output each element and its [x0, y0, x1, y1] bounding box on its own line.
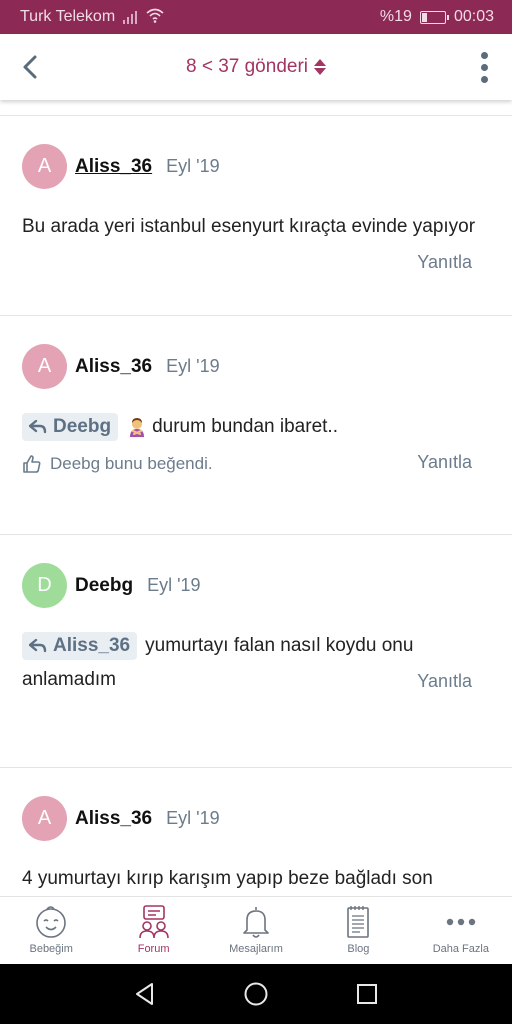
system-home-icon[interactable]: [243, 981, 269, 1007]
post-pager[interactable]: 8 < 37 gönderi: [186, 56, 326, 78]
sort-arrows-icon: [314, 59, 326, 75]
quote-username: Aliss_36: [53, 634, 131, 656]
chevron-left-icon: [23, 55, 37, 79]
forum-people-icon: [134, 903, 174, 941]
author-name[interactable]: Aliss_36: [75, 356, 152, 378]
avatar-letter: A: [37, 807, 52, 829]
nav-label: Mesajlarım: [229, 943, 283, 955]
system-back-icon[interactable]: [132, 981, 158, 1007]
post-header: A Aliss_36 Eyl '19: [22, 144, 220, 189]
more-vertical-icon: [480, 51, 488, 59]
post-date: Eyl '19: [166, 156, 220, 176]
bell-icon: [236, 903, 276, 941]
post: D Deebg Eyl '19 Aliss_36 yumurtayı falan…: [0, 534, 512, 767]
baby-face-icon: [31, 903, 71, 941]
avatar[interactable]: A: [22, 344, 67, 389]
post-header: A Aliss_36 Eyl '19: [22, 796, 220, 841]
pager-text: 8 < 37 gönderi: [185, 56, 308, 77]
nav-item-blog[interactable]: Blog: [307, 897, 409, 964]
battery-icon: [419, 10, 449, 24]
like-text: Deebg bunu beğendi.: [50, 454, 213, 473]
quote-reference[interactable]: Deebg: [22, 412, 119, 441]
nav-item-mesajlarim[interactable]: Mesajlarım: [205, 897, 307, 964]
reply-button[interactable]: Yanıtla: [417, 671, 472, 692]
avatar[interactable]: A: [22, 796, 67, 841]
nav-label: Bebeğim: [29, 943, 73, 955]
author-name[interactable]: Aliss_36: [75, 808, 152, 830]
more-options-button[interactable]: [472, 51, 496, 83]
post: A Aliss_36 Eyl '19 4 yumurtayı kırıp kar…: [0, 767, 512, 896]
author-name[interactable]: Deebg: [75, 575, 133, 597]
avatar[interactable]: A: [22, 144, 67, 189]
post-text: durum bundan ibaret..: [152, 416, 338, 437]
system-recents-icon[interactable]: [354, 981, 380, 1007]
post-header: D Deebg Eyl '19: [22, 563, 201, 608]
like-info[interactable]: Deebg bunu beğendi.: [22, 454, 213, 474]
author-name[interactable]: Aliss_36: [75, 156, 152, 178]
notepad-icon: [338, 903, 378, 941]
quote-username: Deebg: [53, 415, 112, 437]
post-header: A Aliss_36 Eyl '19: [22, 344, 220, 389]
clock: 00:03: [453, 8, 494, 25]
bottom-navigation: Bebeğim Forum Mesajlarım Blog Daha Fazla: [0, 896, 512, 964]
post-date: Eyl '19: [147, 575, 201, 595]
nav-label: Daha Fazla: [432, 943, 489, 955]
nav-label: Forum: [137, 943, 170, 955]
post-list[interactable]: A Aliss_36 Eyl '19 Bu arada yeri istanbu…: [0, 100, 512, 896]
wifi-icon: [145, 7, 165, 28]
post-content: Aliss_36 yumurtayı falan nasıl koydu onu…: [22, 629, 452, 697]
carrier-name: Turk Telekom: [20, 8, 116, 25]
post-date: Eyl '19: [166, 356, 220, 376]
avatar-letter: A: [37, 155, 52, 177]
back-button[interactable]: [14, 51, 46, 83]
post-text: 4 yumurtayı kırıp karışım yapıp beze bağ…: [22, 868, 433, 889]
person-gesturing-emoji-icon: [126, 416, 148, 438]
avatar-letter: D: [37, 574, 52, 596]
more-horizontal-icon: [441, 903, 481, 941]
avatar[interactable]: D: [22, 563, 67, 608]
post-date: Eyl '19: [166, 808, 220, 828]
nav-item-forum[interactable]: Forum: [102, 897, 204, 964]
nav-label: Blog: [347, 943, 370, 955]
post: A Aliss_36 Eyl '19 Bu arada yeri istanbu…: [0, 115, 512, 315]
avatar-letter: A: [37, 355, 52, 377]
system-navigation-bar: [0, 964, 512, 1024]
reply-button[interactable]: Yanıtla: [417, 452, 472, 473]
post-content: Deebg durum bundan ibaret..: [22, 410, 490, 444]
post: A Aliss_36 Eyl '19 Deebg durum bundan ib…: [0, 315, 512, 534]
status-bar: Turk Telekom %19 00:03: [0, 0, 512, 34]
reply-arrow-icon: [29, 638, 47, 653]
nav-item-bebegim[interactable]: Bebeğim: [0, 897, 102, 964]
post-text: Bu arada yeri istanbul esenyurt kıraçta …: [22, 216, 476, 237]
nav-item-daha-fazla[interactable]: Daha Fazla: [410, 897, 512, 964]
battery-percent: %19: [379, 8, 412, 25]
quote-reference[interactable]: Aliss_36: [22, 631, 138, 660]
signal-icon: [123, 10, 138, 24]
thumbs-up-icon: [23, 455, 41, 473]
top-app-bar: 8 < 37 gönderi: [0, 34, 512, 100]
reply-arrow-icon: [29, 419, 47, 434]
reply-button[interactable]: Yanıtla: [417, 252, 472, 273]
